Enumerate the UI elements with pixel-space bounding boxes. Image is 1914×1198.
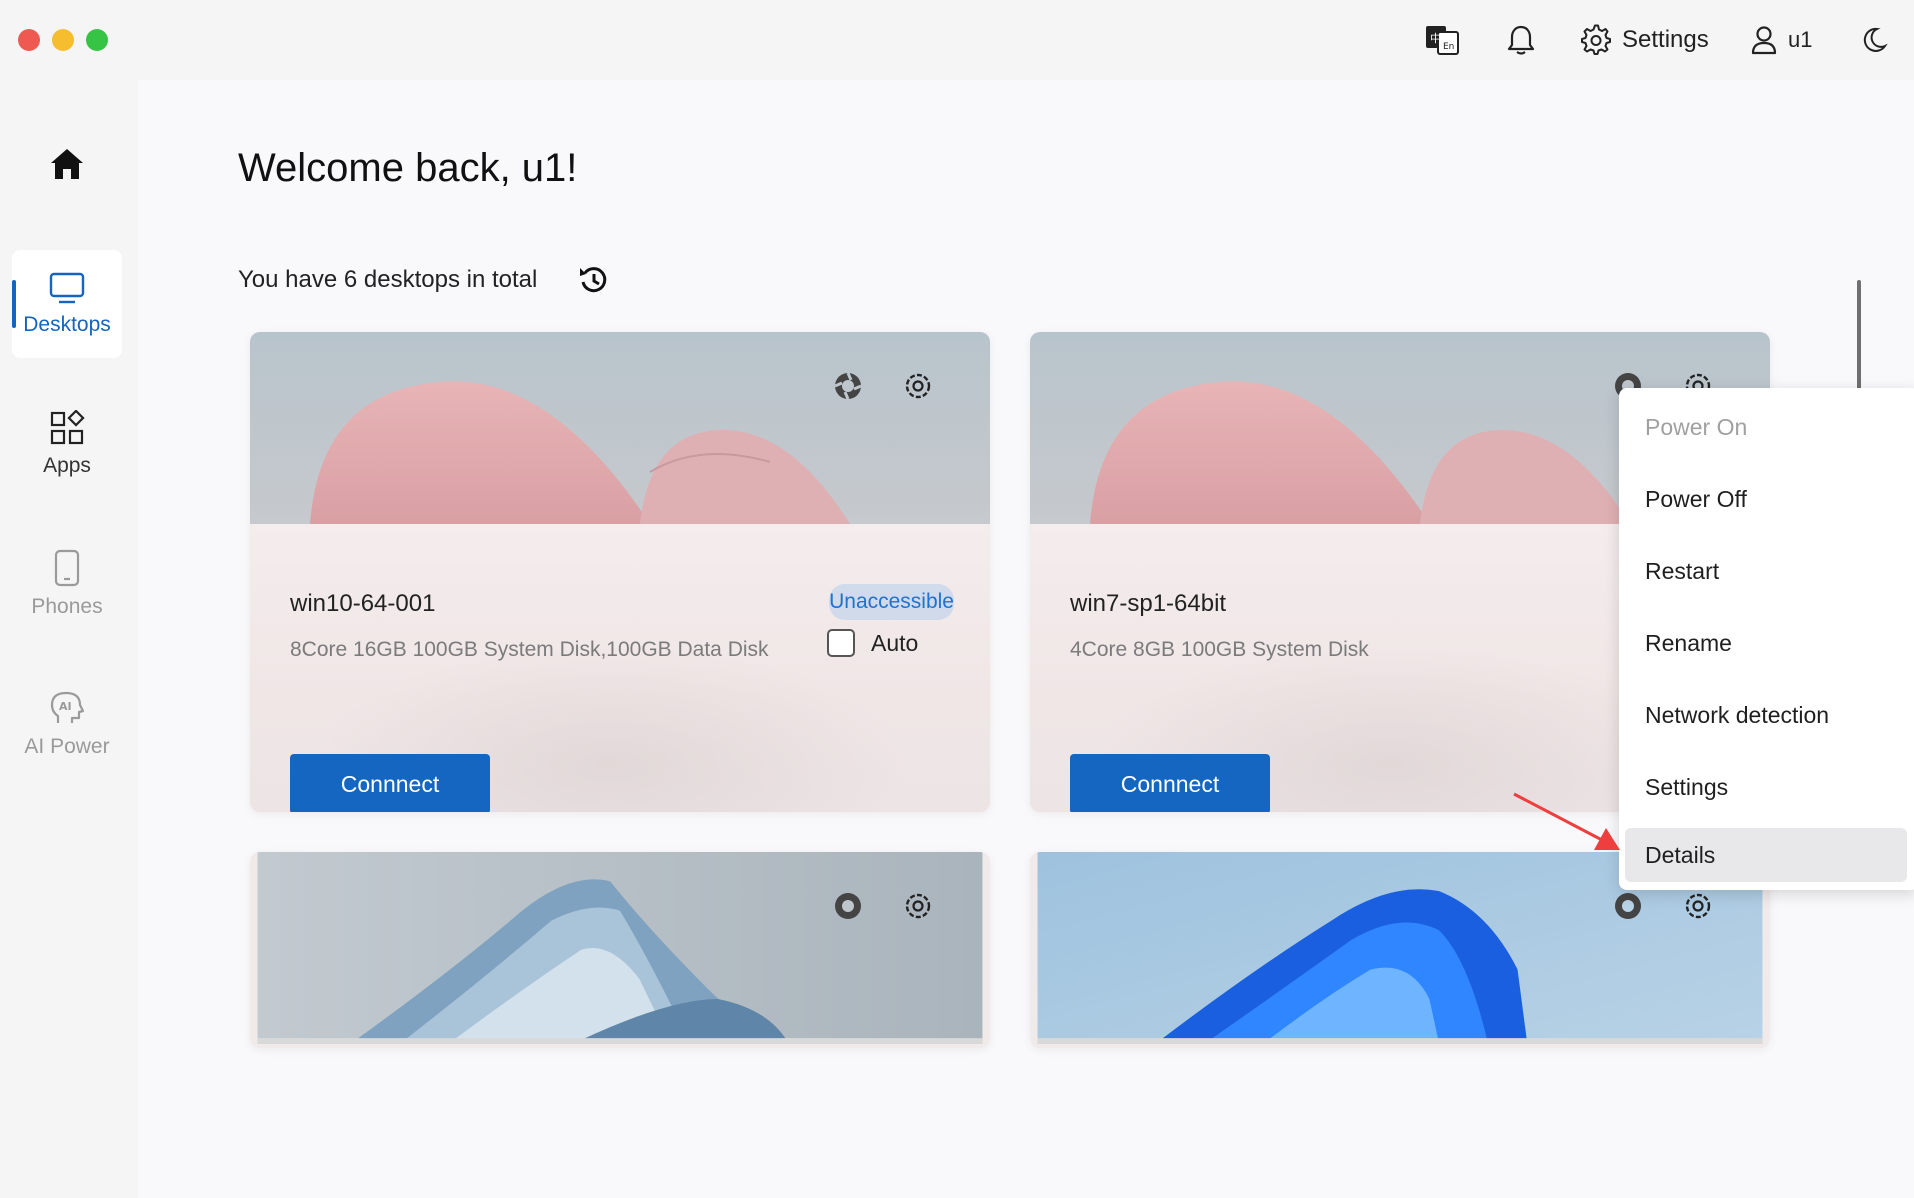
menu-item-power-on[interactable]: Power On — [1625, 400, 1907, 454]
svg-text:中: 中 — [1430, 32, 1441, 45]
gear-icon — [1581, 24, 1611, 55]
user-name-label: u1 — [1788, 27, 1813, 52]
gear-icon — [905, 893, 931, 919]
theme-toggle-button[interactable] — [1860, 20, 1888, 60]
refresh-button[interactable] — [577, 263, 611, 297]
card-settings-button[interactable] — [900, 888, 936, 924]
sidebar-item-label: Apps — [43, 454, 91, 477]
sidebar-item-desktops[interactable]: Desktops — [12, 250, 122, 358]
desktop-count-text: You have 6 desktops in total — [238, 266, 538, 293]
desktop-name: win10-64-001 — [290, 590, 436, 617]
sidebar: Desktops Apps Phones AI AI Power — [0, 80, 138, 1198]
scrollbar[interactable] — [1857, 280, 1861, 390]
moon-icon — [1863, 27, 1888, 52]
auto-checkbox[interactable] — [827, 629, 855, 657]
refresh-icon — [580, 267, 607, 293]
apps-icon — [50, 410, 85, 445]
status-badge: Unaccessible — [829, 584, 954, 620]
desktop-card: win10-64-001 Unaccessible 8Core 16GB 100… — [250, 332, 990, 812]
menu-item-network-detection[interactable]: Network detection — [1625, 688, 1907, 742]
page-title: Welcome back, u1! — [238, 146, 578, 190]
sidebar-item-ai-power[interactable]: AI AI Power — [12, 670, 122, 778]
gear-icon — [1685, 893, 1711, 919]
svg-text:En: En — [1443, 42, 1454, 52]
maximize-window-button[interactable] — [86, 29, 108, 51]
menu-item-settings[interactable]: Settings — [1625, 760, 1907, 814]
sidebar-item-home[interactable] — [12, 110, 122, 218]
gear-icon — [905, 373, 931, 399]
desktop-card — [250, 852, 990, 1048]
sidebar-item-label: AI Power — [24, 735, 110, 758]
connect-button[interactable]: Connnect — [1070, 754, 1270, 812]
annotation-arrow-icon — [1513, 792, 1620, 850]
sidebar-item-label: Desktops — [23, 313, 111, 336]
language-toggle-icon: 中 En — [1426, 26, 1459, 55]
auto-label: Auto — [871, 629, 919, 656]
settings-label: Settings — [1622, 26, 1709, 53]
close-window-button[interactable] — [18, 29, 40, 51]
sidebar-item-apps[interactable]: Apps — [12, 390, 122, 498]
monitor-icon — [49, 272, 85, 304]
desktop-count-row: You have 6 desktops in total — [238, 263, 611, 297]
title-bar: 中 En Settings u1 — [0, 0, 1914, 80]
desktop-spec: 4Core 8GB 100GB System Disk — [1070, 638, 1369, 661]
home-icon — [51, 149, 83, 179]
notifications-button[interactable] — [1506, 20, 1536, 60]
phone-icon — [54, 549, 80, 587]
remote-status-icon[interactable] — [1610, 888, 1646, 924]
settings-button[interactable]: Settings — [1580, 20, 1709, 60]
menu-item-rename[interactable]: Rename — [1625, 616, 1907, 670]
sidebar-item-phones[interactable]: Phones — [12, 530, 122, 638]
auto-checkbox-row[interactable]: Auto — [827, 629, 918, 657]
user-icon — [1751, 26, 1777, 55]
connect-button[interactable]: Connnect — [290, 754, 490, 812]
minimize-window-button[interactable] — [52, 29, 74, 51]
menu-item-restart[interactable]: Restart — [1625, 544, 1907, 598]
desktop-wallpaper — [257, 852, 983, 1044]
svg-text:AI: AI — [59, 700, 72, 713]
card-settings-button[interactable] — [900, 368, 936, 404]
remote-status-icon[interactable] — [830, 368, 866, 404]
card-settings-button[interactable] — [1680, 888, 1716, 924]
remote-status-icon[interactable] — [830, 888, 866, 924]
card-body: win10-64-001 Unaccessible 8Core 16GB 100… — [250, 524, 990, 812]
desktop-spec: 8Core 16GB 100GB System Disk,100GB Data … — [290, 638, 769, 661]
desktop-wallpaper — [250, 332, 990, 524]
desktop-name: win7-sp1-64bit — [1070, 590, 1227, 617]
menu-item-power-off[interactable]: Power Off — [1625, 472, 1907, 526]
ai-head-icon: AI — [50, 691, 85, 723]
menu-item-details[interactable]: Details — [1625, 828, 1907, 882]
language-toggle-button[interactable]: 中 En — [1424, 20, 1460, 60]
desktop-context-menu: Power On Power Off Restart Rename Networ… — [1619, 388, 1914, 890]
user-menu-button[interactable]: u1 — [1750, 20, 1812, 60]
bell-icon — [1507, 25, 1535, 55]
sidebar-item-label: Phones — [31, 595, 103, 618]
